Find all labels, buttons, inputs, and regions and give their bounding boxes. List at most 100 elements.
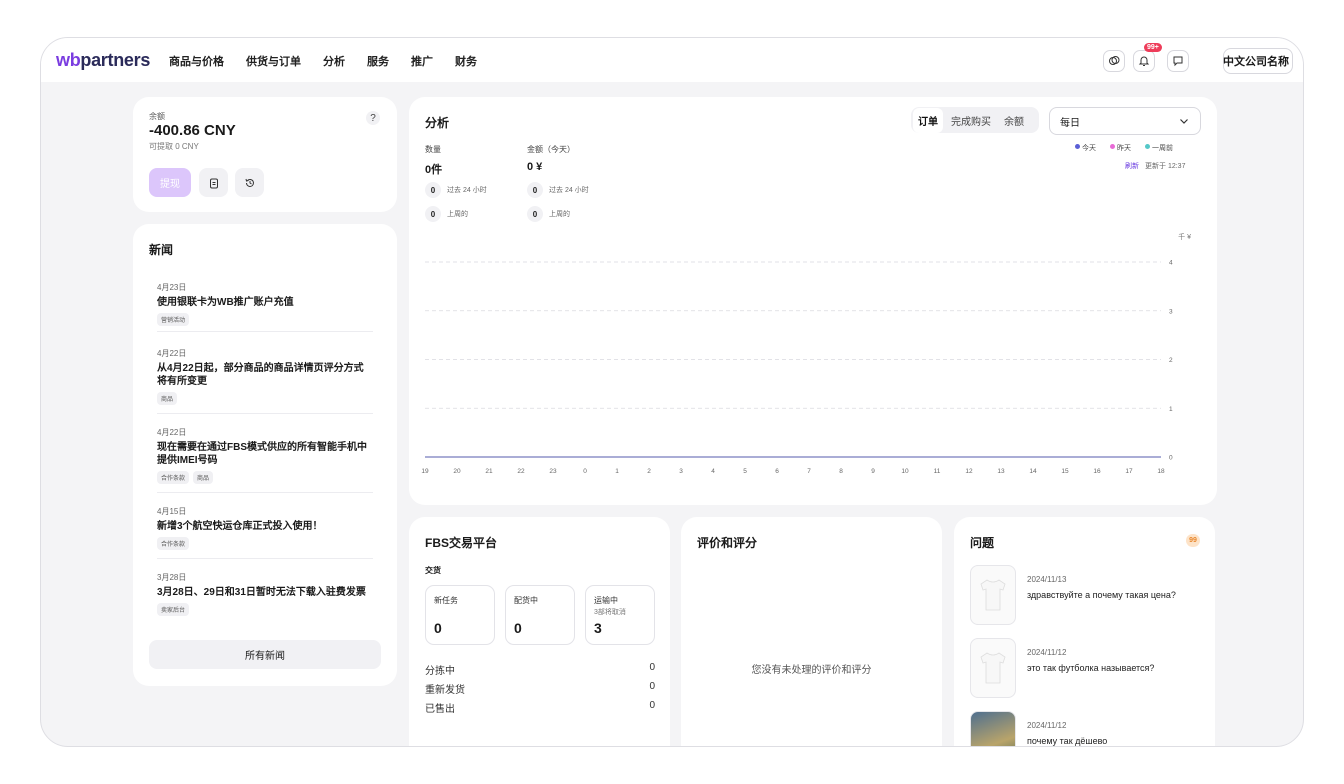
chevron-down-icon (1180, 119, 1188, 124)
question-date: 2024/11/12 (1027, 648, 1067, 657)
pill-label: 过去 24 小时 (549, 187, 589, 194)
pill-label: 上周的 (447, 211, 468, 218)
news-date: 4月23日 (157, 283, 187, 292)
tab-orders[interactable]: 订单 (913, 107, 943, 133)
x-tick-label: 21 (485, 468, 493, 475)
fbs-section: 交货 (425, 566, 441, 575)
legend-label: 昨天 (1117, 145, 1131, 152)
logo[interactable]: wbpartners (56, 50, 150, 71)
x-tick-label: 19 (421, 468, 429, 475)
x-tick-label: 13 (997, 468, 1005, 475)
news-headline: 现在需要在通过FBS模式供应的所有智能手机中提供IMEI号码 (157, 442, 367, 466)
chart-legend: 今天 昨天 一周前 (1075, 143, 1173, 153)
withdraw-button[interactable]: 提现 (149, 168, 191, 197)
x-tick-label: 0 (583, 468, 587, 475)
amount-label: 金额（今天） (527, 145, 575, 154)
help-icon[interactable]: ? (366, 111, 380, 125)
product-thumbnail (970, 711, 1016, 746)
news-item[interactable]: 4月23日 使用银联卡为WB推广账户充值 营销活动 (157, 282, 373, 332)
news-card: 新闻 4月23日 使用银联卡为WB推广账户充值 营销活动 4月22日 从4月22… (133, 224, 397, 686)
question-item[interactable]: 2024/11/12 это так футболка называется? (970, 638, 1200, 700)
fbs-assembling[interactable]: 配货中 0 (505, 585, 575, 645)
legend-yesterday[interactable]: 昨天 (1110, 143, 1131, 153)
news-tag: 商品 (193, 471, 214, 484)
clipboard-icon[interactable] (199, 168, 228, 197)
qty-value: 0件 (425, 164, 443, 176)
qty-lastweek: 0 上周的 (425, 206, 468, 222)
nav-promotion[interactable]: 推广 (411, 53, 433, 69)
all-news-button[interactable]: 所有新闻 (149, 640, 381, 669)
fbs-box-value: 0 (514, 620, 522, 636)
nav-services[interactable]: 服务 (367, 53, 389, 69)
x-tick-label: 20 (453, 468, 461, 475)
nav-analytics[interactable]: 分析 (323, 53, 345, 69)
news-item[interactable]: 4月22日 从4月22日起，部分商品的商品详情页评分方式将有所变更 商品 (157, 348, 373, 414)
legend-week-ago[interactable]: 一周前 (1145, 143, 1173, 153)
nav-supply-orders[interactable]: 供货与订单 (246, 53, 301, 69)
y-tick-label: 4 (1169, 260, 1173, 267)
x-tick-label: 10 (901, 468, 909, 475)
app-frame: wbpartners 商品与价格 供货与订单 分析 服务 推广 财务 99+ 中… (40, 37, 1304, 747)
updated-time: 更新于 12:37 (1145, 163, 1186, 170)
x-tick-label: 7 (807, 468, 811, 475)
fbs-box-label: 新任务 (434, 596, 458, 605)
tab-completed[interactable]: 完成购买 (946, 108, 996, 133)
fbs-row-reship[interactable]: 重新发货 0 (425, 681, 655, 696)
news-tag: 营销活动 (157, 313, 190, 326)
x-tick-label: 2 (647, 468, 651, 475)
question-item[interactable]: 2024/11/13 здравствуйте а почему такая ц… (970, 565, 1200, 627)
fbs-card: FBS交易平台 交货 新任务 0 配货中 0 运输中 3部将取消 3 分拣中 0 … (409, 517, 670, 746)
y-tick-label: 2 (1169, 357, 1173, 364)
reviews-title: 评价和评分 (697, 536, 758, 550)
fbs-row-sold[interactable]: 已售出 0 (425, 700, 655, 715)
x-tick-label: 3 (679, 468, 683, 475)
nav-finance[interactable]: 财务 (455, 53, 477, 69)
tab-balance[interactable]: 余额 (999, 108, 1029, 133)
chat-icon[interactable] (1103, 50, 1125, 72)
period-value: 每日 (1060, 117, 1080, 129)
legend-dot (1145, 144, 1150, 149)
news-item[interactable]: 4月22日 现在需要在通过FBS模式供应的所有智能手机中提供IMEI号码 合作条… (157, 427, 373, 493)
legend-label: 今天 (1082, 145, 1096, 152)
fbs-box-sub: 3部将取消 (594, 609, 626, 616)
x-tick-label: 8 (839, 468, 843, 475)
period-select[interactable]: 每日 (1049, 107, 1201, 135)
pill-value: 0 (527, 206, 543, 222)
fbs-new-tasks[interactable]: 新任务 0 (425, 585, 495, 645)
nav-products-prices[interactable]: 商品与价格 (169, 53, 224, 69)
balance-card: 余额 -400.86 CNY 可提取 0 CNY ? 提现 (133, 97, 397, 212)
question-text: здравствуйте а почему такая цена? (1027, 590, 1176, 600)
pill-label: 上周的 (549, 211, 570, 218)
legend-today[interactable]: 今天 (1075, 143, 1096, 153)
fbs-title: FBS交易平台 (425, 536, 498, 550)
questions-title: 问题 (970, 536, 995, 550)
bell-icon[interactable] (1133, 50, 1155, 72)
news-headline: 从4月22日起，部分商品的商品详情页评分方式将有所变更 (157, 363, 364, 387)
refresh-link[interactable]: 刷新 (1125, 163, 1139, 170)
news-headline: 3月28日、29日和31日暂时无法下载入驻费发票 (157, 587, 366, 598)
question-date: 2024/11/13 (1027, 575, 1067, 584)
refresh-row: 刷新 更新于 12:37 (1125, 161, 1185, 171)
x-tick-label: 11 (934, 468, 941, 475)
fbs-in-transit[interactable]: 运输中 3部将取消 3 (585, 585, 655, 645)
news-date: 3月28日 (157, 573, 187, 582)
fbs-row-sorting[interactable]: 分拣中 0 (425, 662, 655, 677)
qty-last24: 0 过去 24 小时 (425, 182, 487, 198)
news-title: 新闻 (149, 243, 174, 257)
question-item[interactable]: 2024/11/12 почему так дёшево (970, 711, 1200, 746)
amount-last24: 0 过去 24 小时 (527, 182, 589, 198)
x-tick-label: 9 (871, 468, 875, 475)
tshirt-icon (970, 638, 1016, 698)
feedback-icon[interactable] (1167, 50, 1189, 72)
balance-available: 可提取 0 CNY (149, 142, 199, 151)
y-tick-label: 1 (1169, 406, 1173, 413)
history-icon[interactable] (235, 168, 264, 197)
company-selector[interactable]: 中文公司名称 (1223, 48, 1293, 74)
news-item[interactable]: 3月28日 3月28日、29日和31日暂时无法下载入驻费发票 卖家后台 (157, 572, 373, 634)
x-tick-label: 5 (743, 468, 747, 475)
legend-label: 一周前 (1152, 145, 1173, 152)
news-tag: 卖家后台 (157, 603, 190, 616)
news-item[interactable]: 4月15日 新增3个航空快运仓库正式投入使用！ 合作条款 (157, 506, 373, 559)
legend-dot (1110, 144, 1115, 149)
balance-amount: -400.86 CNY (149, 122, 236, 139)
